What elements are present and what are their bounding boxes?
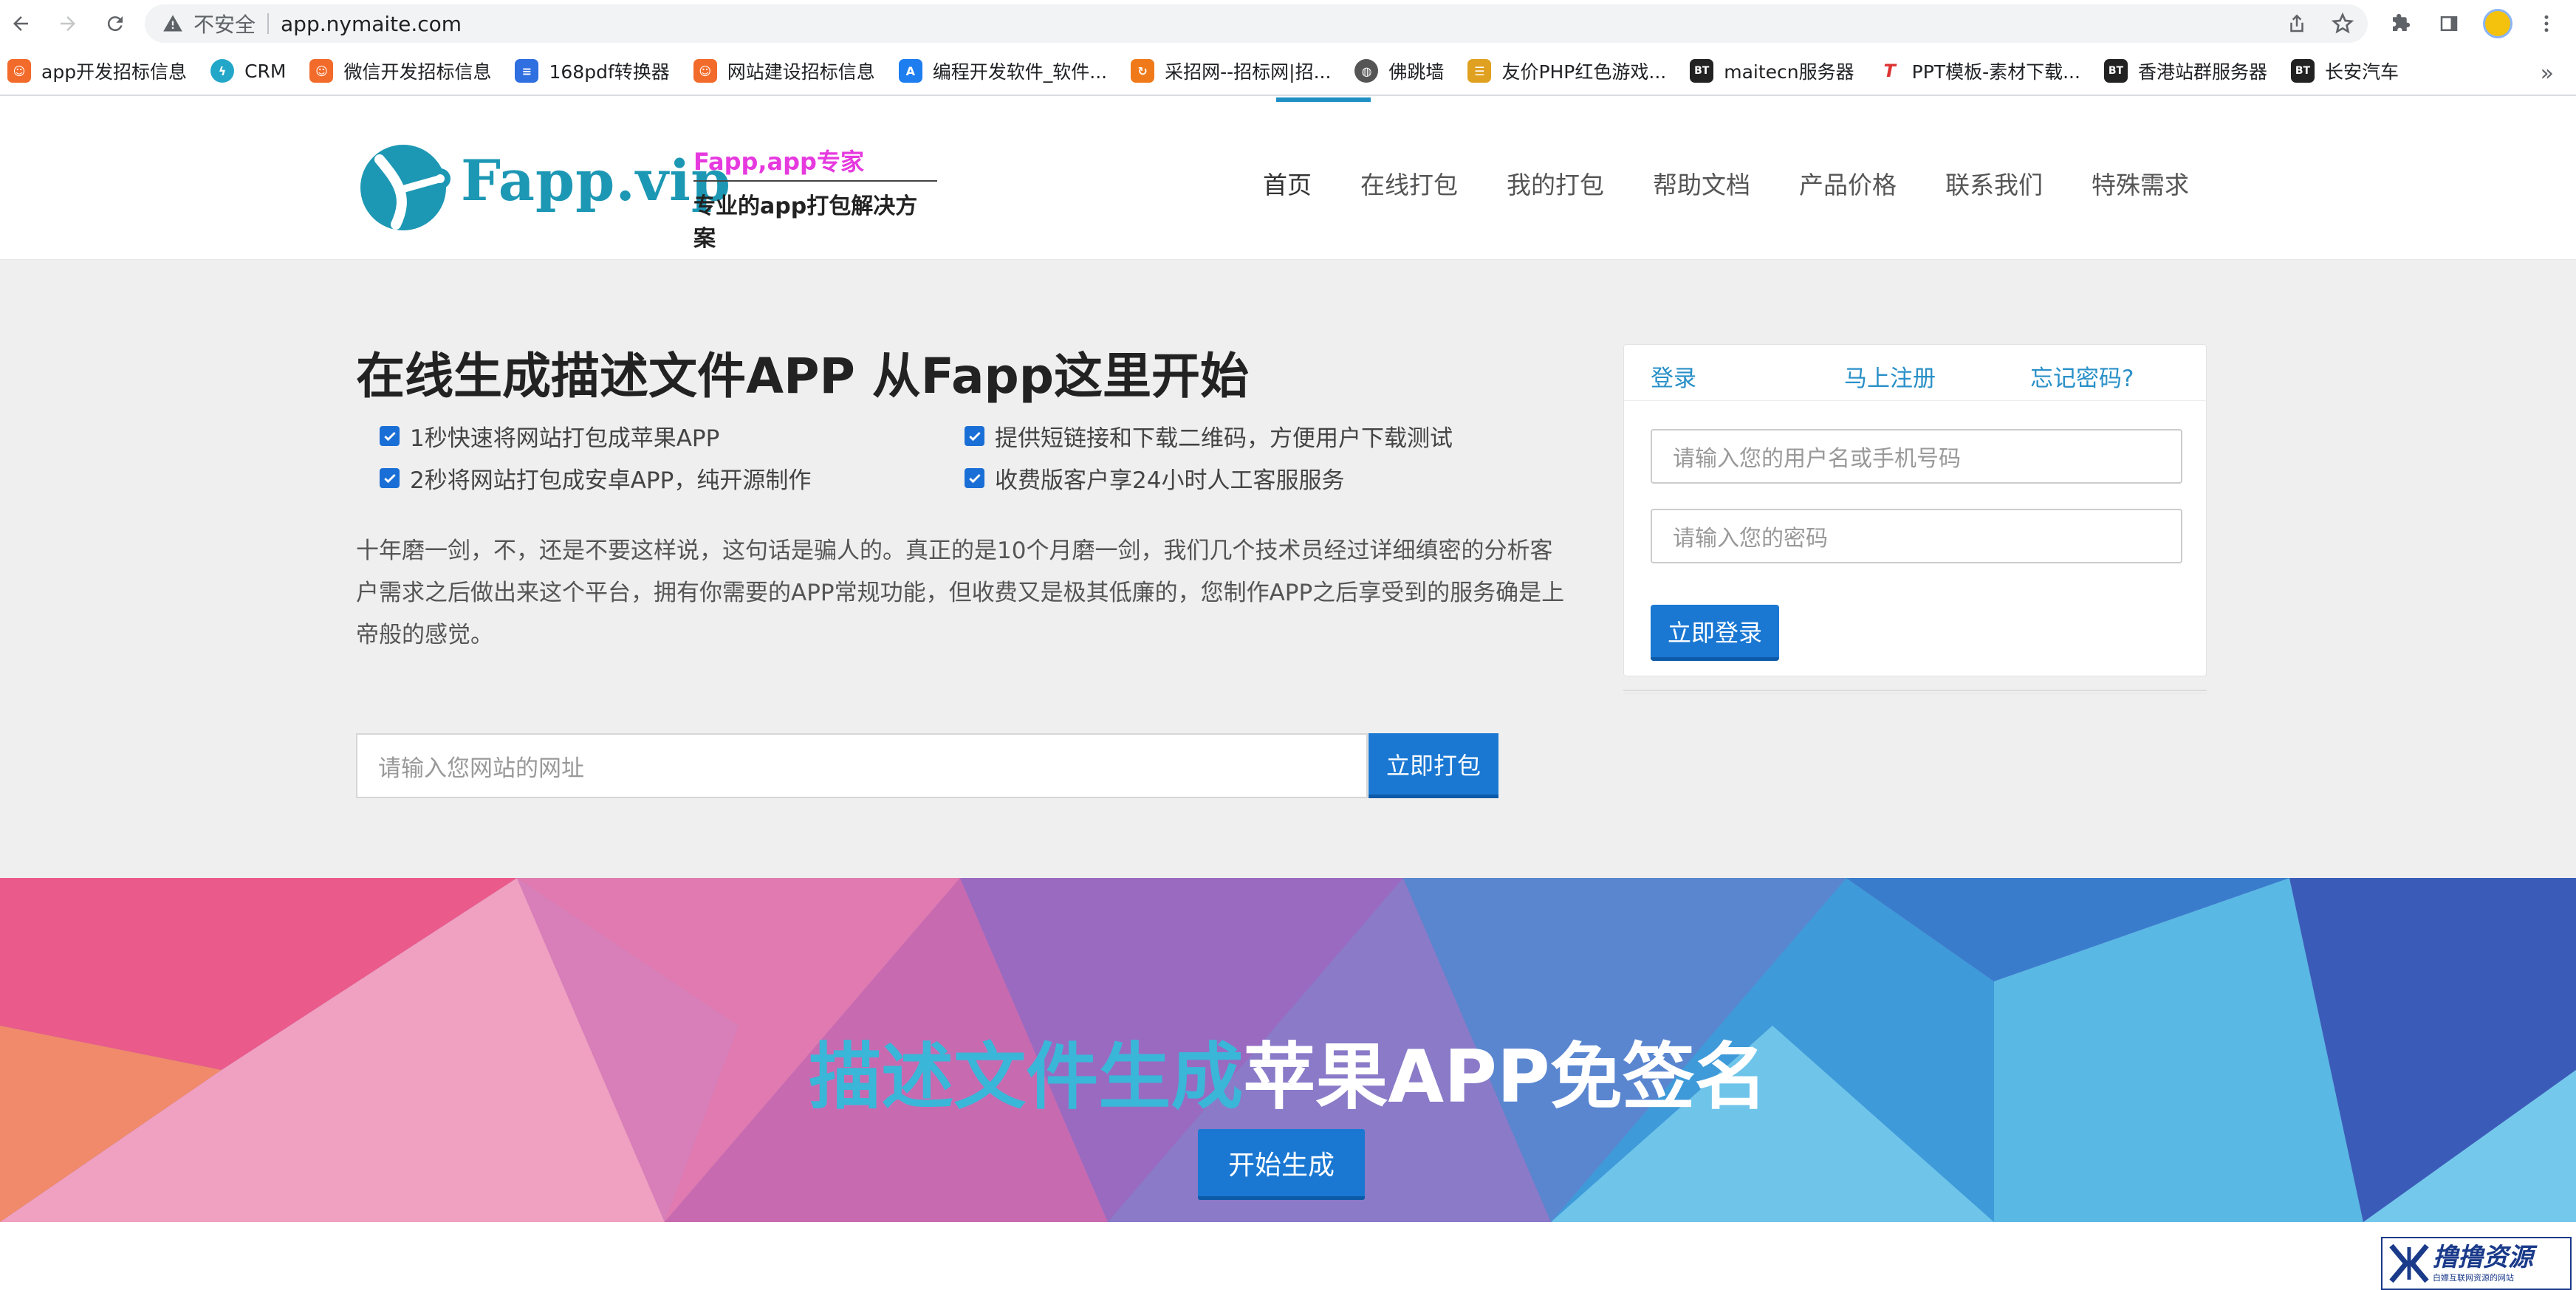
password-field[interactable]: 请输入您的密码 xyxy=(1651,509,2182,563)
tab-login[interactable]: 登录 xyxy=(1651,360,1696,393)
bookmark-item[interactable]: BT 香港站群服务器 xyxy=(2103,58,2267,84)
back-button[interactable] xyxy=(4,7,37,40)
bookmark-item[interactable]: T PPT模板-素材下载... xyxy=(1877,58,2080,84)
pdf-icon: ≡ xyxy=(515,59,539,83)
reload-button[interactable] xyxy=(99,7,131,40)
login-panel-divider xyxy=(1623,690,2207,694)
watermark-icon xyxy=(2389,1243,2429,1283)
logo-mark-icon xyxy=(360,145,451,230)
logo-divider xyxy=(693,180,937,182)
bt-icon: BT xyxy=(1690,59,1714,83)
page-bottom: 撸撸资源 白嫖互联网资源的网站 xyxy=(0,1222,2576,1290)
refresh-orange-icon: ↻ xyxy=(1131,59,1155,83)
url-text[interactable]: app.nymaite.com xyxy=(281,12,462,36)
login-button[interactable]: 立即登录 xyxy=(1651,605,1779,661)
main-nav: 首页 在线打包 我的打包 帮助文档 产品价格 联系我们 特殊需求 xyxy=(1263,165,2189,201)
t-icon: T xyxy=(1877,59,1902,83)
tab-register[interactable]: 马上注册 xyxy=(1844,360,1936,393)
bookmark-item[interactable]: ≡ 168pdf转换器 xyxy=(515,58,670,84)
security-label: 不安全 xyxy=(193,13,256,37)
bookmark-item[interactable]: ☰ 友价PHP红色游戏... xyxy=(1467,58,1666,84)
extensions-icon[interactable] xyxy=(2385,9,2415,38)
bt-icon: BT xyxy=(2103,59,2128,83)
warning-icon xyxy=(163,15,182,32)
bookmark-item[interactable]: ☺ app开发招标信息 xyxy=(7,58,187,84)
banner-title-highlight: 描述文件生成 xyxy=(809,1035,1244,1119)
website-url-input[interactable]: 请输入您网站的网址 xyxy=(356,733,1368,798)
nav-pricing[interactable]: 产品价格 xyxy=(1799,165,1897,201)
webpage: Fapp.vip Fapp,app专家 专业的app打包解决方案 首页 在线打包… xyxy=(0,97,2576,1290)
login-tabs: 登录 马上注册 忘记密码? xyxy=(1624,345,2207,401)
logo-tagline: Fapp,app专家 xyxy=(693,148,864,176)
bolt-icon: ϟ xyxy=(210,59,235,83)
site-header: Fapp.vip Fapp,app专家 专业的app打包解决方案 首页 在线打包… xyxy=(0,97,2576,260)
share-icon[interactable] xyxy=(2284,10,2310,37)
banner-title-rest: 苹果APP免签名 xyxy=(1243,1035,1767,1119)
feature-item: 2秒将网站打包成安卓APP，纯开源制作 xyxy=(380,462,811,495)
nav-help-docs[interactable]: 帮助文档 xyxy=(1653,165,1750,201)
bookmark-item[interactable]: ϟ CRM xyxy=(210,59,286,83)
nav-contact[interactable]: 联系我们 xyxy=(1945,165,2043,201)
checkbox-icon xyxy=(965,426,984,446)
orange-face-icon: ☺ xyxy=(7,59,31,83)
bookmarks-more-button[interactable]: » xyxy=(2541,61,2554,86)
username-field[interactable]: 请输入您的用户名或手机号码 xyxy=(1651,429,2182,484)
nav-home[interactable]: 首页 xyxy=(1263,165,1312,201)
hero-description: 十年磨一剑，不，还是不要这样说，这句话是骗人的。真正的是10个月磨一剑，我们几个… xyxy=(356,538,1565,648)
app-store-icon: A xyxy=(898,59,922,83)
logo-subtitle: 专业的app打包解决方案 xyxy=(693,193,918,252)
browser-toolbar: 不安全 app.nymaite.com xyxy=(0,0,2576,47)
banner-title: 描述文件生成苹果APP免签名 xyxy=(0,1018,2576,1123)
bookmark-item[interactable]: ↻ 采招网--招标网|招... xyxy=(1131,58,1331,84)
pack-now-button[interactable]: 立即打包 xyxy=(1368,733,1498,798)
orange-face-icon: ☺ xyxy=(693,59,717,83)
bookmark-item[interactable]: BT maitecn服务器 xyxy=(1690,58,1854,84)
hero-title: 在线生成描述文件APP 从Fapp这里开始 xyxy=(356,348,1250,405)
feature-item: 提供短链接和下载二维码，方便用户下载测试 xyxy=(965,419,1453,453)
bookmark-item[interactable]: ☺ 网站建设招标信息 xyxy=(693,58,875,84)
forgot-password-link[interactable]: 忘记密码? xyxy=(2030,360,2134,393)
profile-avatar[interactable] xyxy=(2483,9,2512,38)
arrow-right-icon xyxy=(61,16,75,31)
arrow-left-icon xyxy=(13,16,28,31)
watermark-logo: 撸撸资源 白嫖互联网资源的网站 xyxy=(2381,1237,2572,1290)
menu-icon[interactable] xyxy=(2532,9,2561,38)
bookmark-item[interactable]: BT 长安汽车 xyxy=(2290,58,2399,84)
globe-icon: ◍ xyxy=(1354,59,1379,83)
checkbox-icon xyxy=(965,468,984,488)
bookmarks-bar: ☺ app开发招标信息 ϟ CRM ☺ 微信开发招标信息 ≡ 168pdf转换器 ☺ 网站… xyxy=(0,47,2576,96)
logo-name: Fapp.vip xyxy=(461,148,731,213)
orange-face-icon: ☺ xyxy=(309,59,334,83)
bookmark-item[interactable]: ◍ 佛跳墙 xyxy=(1354,58,1444,84)
nav-my-packs[interactable]: 我的打包 xyxy=(1507,165,1604,201)
star-icon[interactable] xyxy=(2329,10,2356,37)
bt-icon: BT xyxy=(2290,59,2315,83)
feature-item: 1秒快速将网站打包成苹果APP xyxy=(380,419,719,453)
promo-banner: 描述文件生成苹果APP免签名 开始生成 xyxy=(0,878,2576,1222)
login-panel: 登录 马上注册 忘记密码? 请输入您的用户名或手机号码 请输入您的密码 立即登录 xyxy=(1623,344,2207,676)
bookmark-item[interactable]: A 编程开发软件_软件... xyxy=(898,58,1107,84)
address-bar[interactable]: 不安全 app.nymaite.com xyxy=(145,4,2368,43)
bookmark-item[interactable]: ☺ 微信开发招标信息 xyxy=(309,58,491,84)
stack-icon: ☰ xyxy=(1467,59,1492,83)
site-logo[interactable]: Fapp.vip Fapp,app专家 专业的app打包解决方案 xyxy=(357,133,937,252)
feature-item: 收费版客户享24小时人工客服服务 xyxy=(965,462,1344,495)
checkbox-icon xyxy=(380,426,400,446)
start-generate-button[interactable]: 开始生成 xyxy=(1198,1129,1365,1200)
forward-button[interactable] xyxy=(52,7,84,40)
nav-special-requests[interactable]: 特殊需求 xyxy=(2092,165,2189,201)
hero-section: 在线生成描述文件APP 从Fapp这里开始 1秒快速将网站打包成苹果APP 提供… xyxy=(0,260,2576,878)
divider xyxy=(267,13,270,34)
reload-icon xyxy=(107,16,123,32)
sidepanel-icon[interactable] xyxy=(2434,9,2464,38)
checkbox-icon xyxy=(380,468,400,488)
active-nav-indicator xyxy=(1276,97,1371,102)
nav-online-pack[interactable]: 在线打包 xyxy=(1360,165,1458,201)
